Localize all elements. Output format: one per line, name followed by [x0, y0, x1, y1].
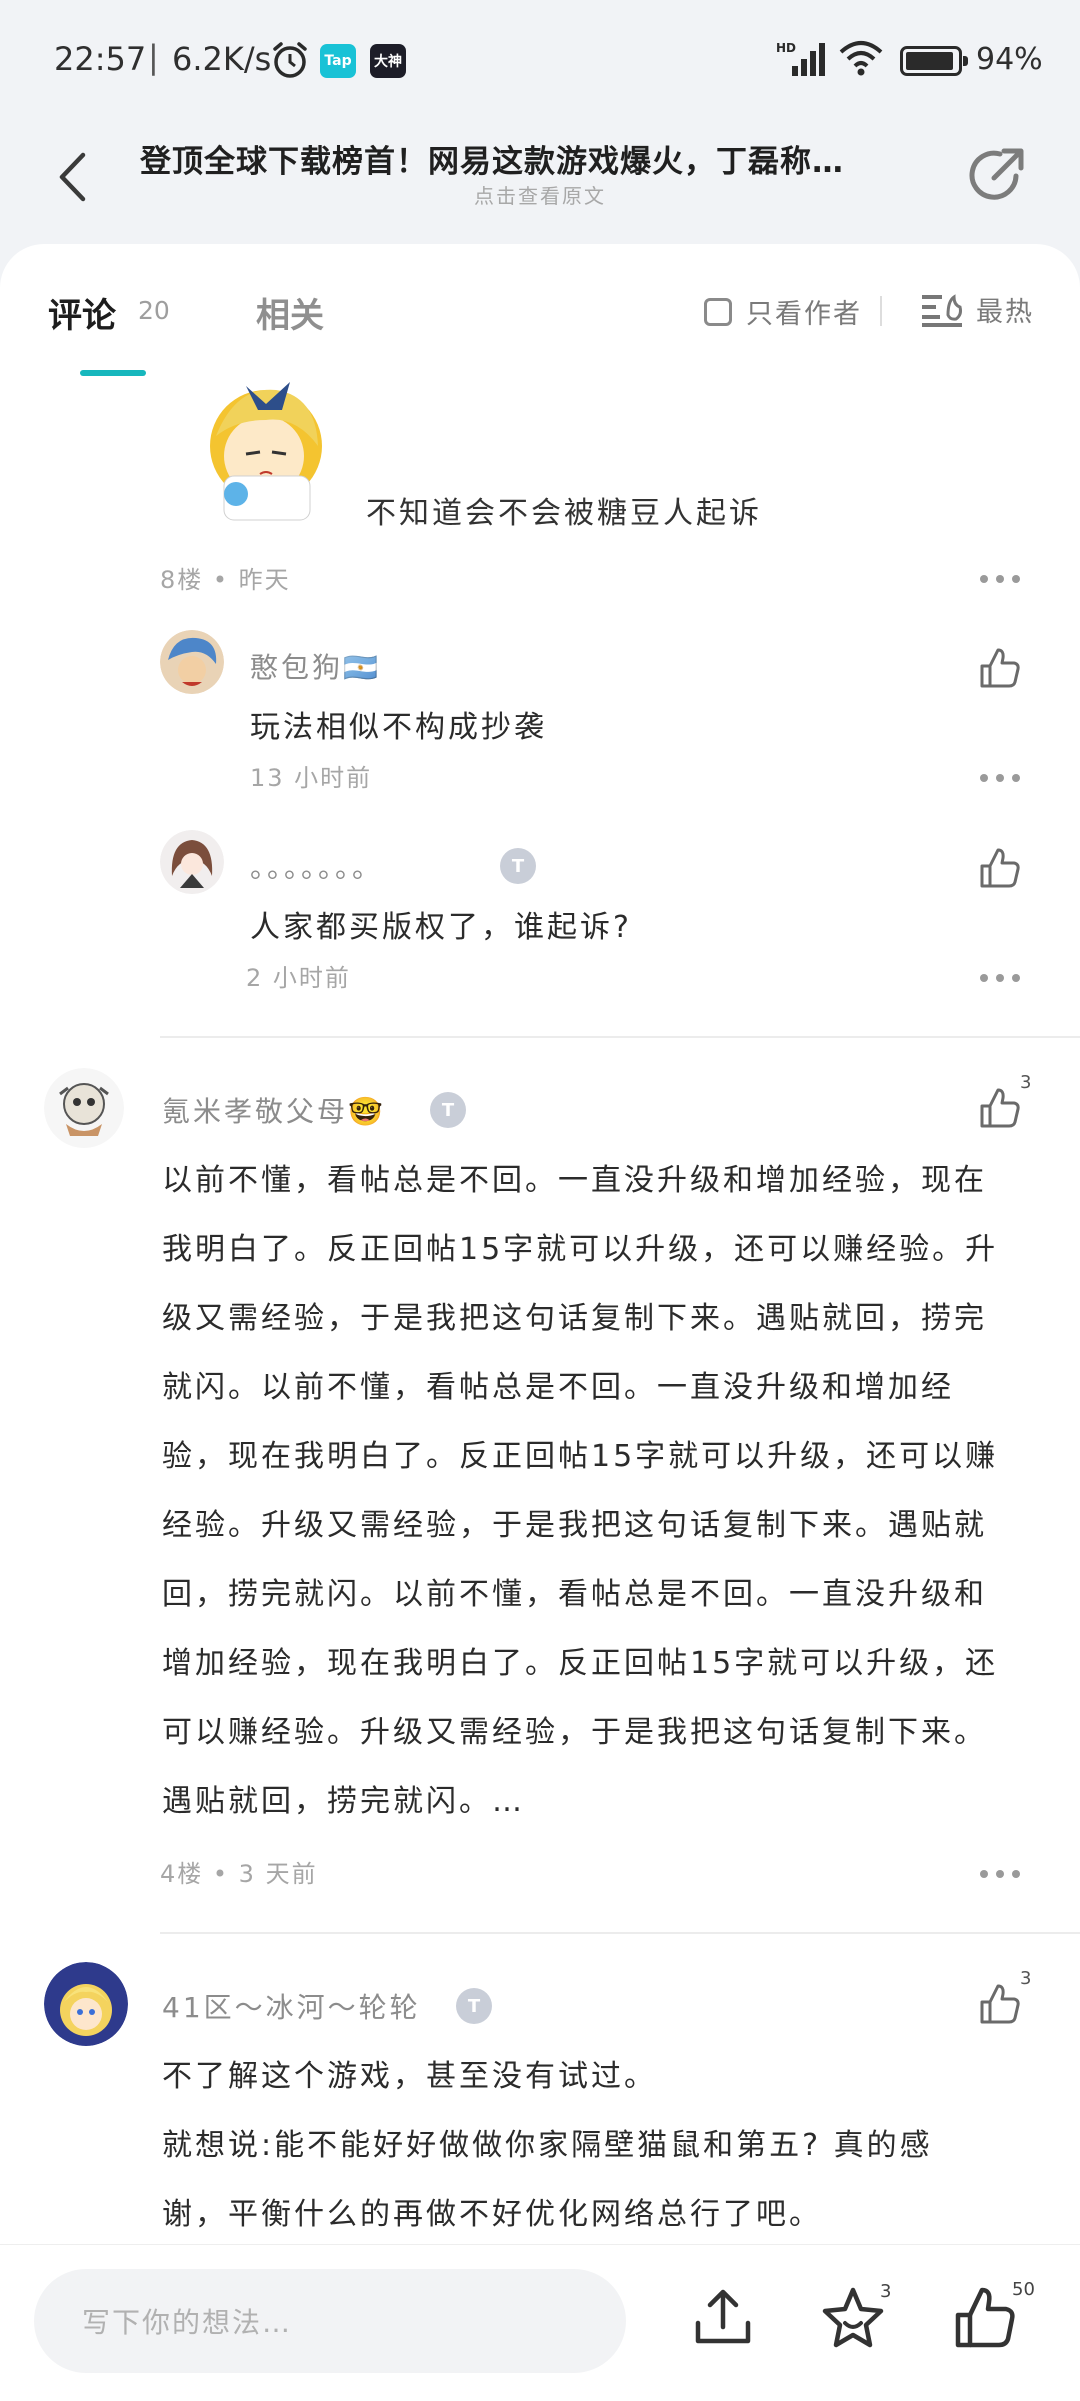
- level-badge: T: [456, 1988, 492, 2024]
- tab-comments-count: 20: [138, 296, 170, 325]
- comment-input-box[interactable]: [34, 2269, 626, 2375]
- comment-line: 不了解这个游戏，甚至没有试过。: [162, 2059, 657, 2094]
- status-time: 22:57: [54, 40, 147, 78]
- comment-body: 以前不懂，看帖总是不回。一直没升级和增加经验，现在 我明白了。反正回帖15字就可…: [162, 1146, 1052, 1836]
- comment-line: 增加经验，现在我明白了。反正回帖15字就可以升级，还: [162, 1646, 999, 1681]
- star-icon[interactable]: [818, 2283, 888, 2353]
- checkbox-icon[interactable]: [704, 297, 732, 326]
- level-badge: T: [500, 848, 536, 884]
- divider: [160, 1036, 1080, 1038]
- more-icon[interactable]: [980, 974, 1020, 984]
- like-icon[interactable]: [978, 1086, 1022, 1130]
- sticker-image[interactable]: [206, 376, 328, 526]
- reply-time: 13 小时前: [250, 764, 373, 792]
- like-icon[interactable]: [978, 1982, 1022, 2026]
- sort-icon: [922, 293, 962, 327]
- wifi-icon: [839, 41, 883, 76]
- tab-bar: 评论 20 相关 只看作者 最热: [0, 244, 1080, 376]
- avatar[interactable]: [160, 830, 224, 894]
- comment-line: 经验。升级又需经验，于是我把这句话复制下来。遇贴就: [162, 1508, 987, 1543]
- tab-comments[interactable]: 评论: [48, 288, 116, 337]
- comment-line: 验，现在我明白了。反正回帖15字就可以升级，还可以赚: [162, 1439, 999, 1474]
- upload-icon[interactable]: [688, 2283, 758, 2353]
- comment-meta: 8楼 • 昨天: [160, 566, 291, 594]
- like-icon[interactable]: [978, 846, 1022, 890]
- comment-line: 谢，平衡什么的再做不好优化网络总行了吧。: [162, 2197, 822, 2232]
- comment-author-name[interactable]: 氪米孝敬父母🤓: [162, 1090, 386, 1130]
- reply-author-name[interactable]: 憨包狗🇦🇷: [250, 646, 381, 686]
- comment-line: 级又需经验，于是我把这句话复制下来。遇贴就回，捞完: [162, 1301, 987, 1336]
- comment-line: 回，捞完就闪。以前不懂，看帖总是不回。一直没升级和: [162, 1577, 987, 1612]
- tab-divider: [880, 296, 882, 326]
- like-count: 3: [1020, 1072, 1032, 1093]
- comment-line: 遇贴就回，捞完就闪。…: [162, 1784, 525, 1819]
- tab-active-indicator: [80, 370, 146, 376]
- view-original-link[interactable]: 点击查看原文: [0, 180, 1080, 209]
- reply-author-name[interactable]: 。。。。。。。: [250, 846, 383, 886]
- comment-body: 不了解这个游戏，甚至没有试过。 就想说:能不能好好做做你家隔壁猫鼠和第五? 真的…: [162, 2042, 1052, 2249]
- share-icon[interactable]: [966, 142, 1030, 206]
- more-icon[interactable]: [980, 575, 1020, 585]
- star-count: 3: [880, 2281, 892, 2302]
- battery-percent: 94%: [976, 42, 1043, 77]
- comment-line: 我明白了。反正回帖15字就可以升级，还可以赚经验。升: [162, 1232, 999, 1267]
- status-bar: 22:57 | 6.2K/s Tap 大神 HD 94%: [0, 0, 1080, 124]
- comment-input[interactable]: [80, 2269, 604, 2375]
- like-icon[interactable]: [950, 2283, 1020, 2353]
- avatar[interactable]: [44, 1068, 124, 1148]
- reply-text: 玩法相似不构成抄袭: [250, 710, 547, 745]
- like-count: 3: [1020, 1968, 1032, 1989]
- more-icon[interactable]: [980, 774, 1020, 784]
- comment-line: 就闪。以前不懂，看帖总是不回。一直没升级和增加经: [162, 1370, 954, 1405]
- reply-text: 人家都买版权了，谁起诉?: [250, 910, 632, 945]
- like-total-count: 50: [1012, 2279, 1035, 2300]
- status-separator: |: [148, 38, 159, 76]
- comment-line: 以前不懂，看帖总是不回。一直没升级和增加经验，现在: [162, 1163, 987, 1198]
- level-badge: T: [430, 1092, 466, 1128]
- article-header: 登顶全球下载榜首！网易这款游戏爆火，丁磊称… 点击查看原文: [0, 124, 1080, 244]
- sort-button[interactable]: 最热: [922, 290, 1034, 329]
- status-net-speed: 6.2K/s: [172, 40, 272, 78]
- tap-app-icon: Tap: [320, 44, 356, 78]
- comment-author-name[interactable]: 41区～冰河～轮轮: [162, 1986, 421, 2026]
- author-only-toggle[interactable]: 只看作者: [704, 292, 862, 331]
- article-title[interactable]: 登顶全球下载榜首！网易这款游戏爆火，丁磊称…: [140, 136, 920, 181]
- author-only-label: 只看作者: [746, 299, 862, 330]
- avatar[interactable]: [160, 630, 224, 694]
- more-icon[interactable]: [980, 1870, 1020, 1880]
- sort-label: 最热: [976, 297, 1034, 328]
- divider: [160, 1932, 1080, 1934]
- comment-line: 就想说:能不能好好做做你家隔壁猫鼠和第五? 真的感: [162, 2128, 933, 2163]
- bottom-bar: 3 50: [0, 2244, 1080, 2401]
- network-label: HD: [776, 41, 796, 55]
- comment-line: 可以赚经验。升级又需经验，于是我把这句话复制下来。: [162, 1715, 987, 1750]
- reply-time: 2 小时前: [246, 964, 351, 992]
- comment-meta: 4楼 • 3 天前: [160, 1860, 318, 1888]
- comment-text: 不知道会不会被糖豆人起诉: [366, 496, 762, 531]
- battery-icon: [900, 46, 968, 76]
- dashen-app-icon: 大神: [370, 44, 406, 78]
- like-icon[interactable]: [978, 646, 1022, 690]
- avatar[interactable]: [44, 1962, 128, 2046]
- alarm-icon: [273, 42, 307, 78]
- signal-icon: HD: [776, 41, 825, 76]
- tab-related[interactable]: 相关: [256, 288, 324, 337]
- battery-level: [906, 52, 953, 70]
